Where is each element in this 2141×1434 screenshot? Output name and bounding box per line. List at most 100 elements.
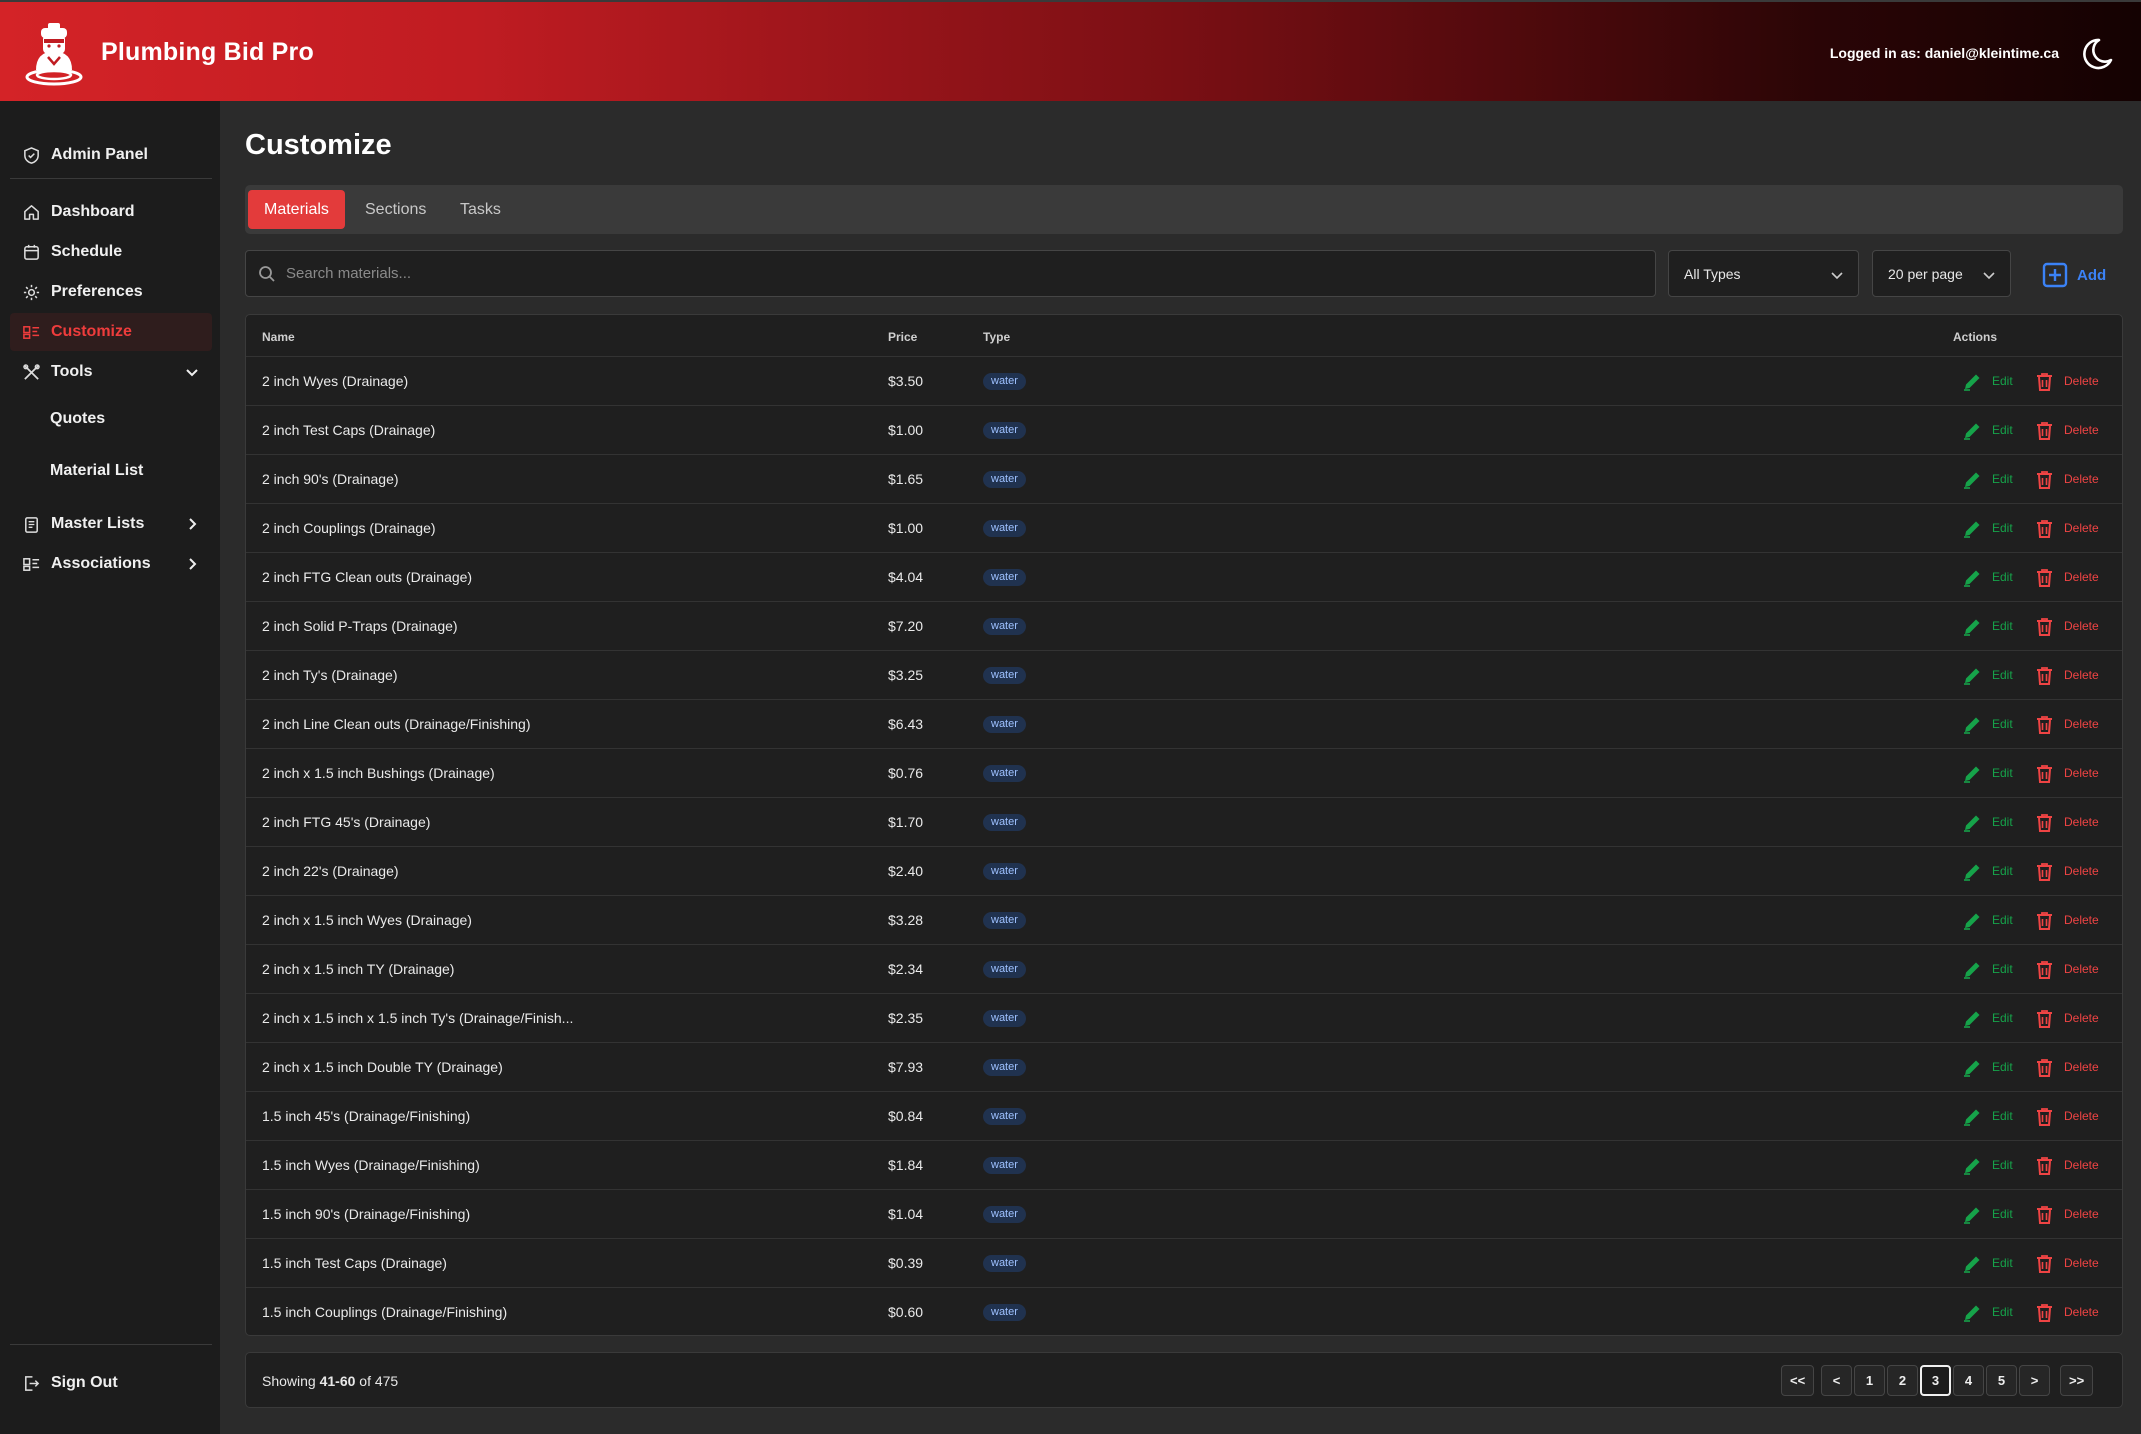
trash-icon <box>2037 1205 2052 1224</box>
delete-button[interactable]: Delete <box>2034 517 2099 539</box>
sidebar-subitem-quotes[interactable]: Quotes <box>50 410 105 428</box>
trash-icon <box>2037 764 2052 783</box>
edit-button[interactable]: Edit <box>1962 1007 2013 1029</box>
tab-materials[interactable]: Materials <box>248 190 345 229</box>
delete-button[interactable]: Delete <box>2034 1301 2099 1323</box>
sidebar-item-admin-panel[interactable]: Admin Panel <box>10 136 212 174</box>
edit-button[interactable]: Edit <box>1962 811 2013 833</box>
chevron-right-icon <box>189 558 197 570</box>
delete-button[interactable]: Delete <box>2034 1252 2099 1274</box>
edit-label: Edit <box>1992 472 2013 486</box>
per-page-select[interactable]: 20 per page <box>1872 250 2011 297</box>
add-material-button[interactable]: Add <box>2042 262 2106 288</box>
delete-button[interactable]: Delete <box>2034 419 2099 441</box>
page-2-button[interactable]: 2 <box>1887 1365 1918 1396</box>
sidebar-item-preferences[interactable]: Preferences <box>10 273 212 311</box>
sign-out-button[interactable]: Sign Out <box>10 1364 212 1402</box>
material-name: 2 inch x 1.5 inch Wyes (Drainage) <box>262 912 472 928</box>
dark-mode-toggle-icon[interactable] <box>2079 36 2115 72</box>
prev-page-button[interactable]: < <box>1821 1365 1852 1396</box>
column-header-type[interactable]: Type <box>983 330 1010 344</box>
edit-label: Edit <box>1992 374 2013 388</box>
edit-button[interactable]: Edit <box>1962 370 2013 392</box>
sidebar-item-schedule[interactable]: Schedule <box>10 233 212 271</box>
edit-button[interactable]: Edit <box>1962 860 2013 882</box>
delete-button[interactable]: Delete <box>2034 664 2099 686</box>
table-row: 2 inch Couplings (Drainage) $1.00 water Edi… <box>246 503 2122 552</box>
delete-button[interactable]: Delete <box>2034 762 2099 784</box>
column-header-name[interactable]: Name <box>262 330 295 344</box>
delete-button[interactable]: Delete <box>2034 811 2099 833</box>
edit-button[interactable]: Edit <box>1962 615 2013 637</box>
type-filter-select[interactable]: All Types <box>1668 250 1859 297</box>
table-row: 2 inch x 1.5 inch Bushings (Drainage) $0.… <box>246 748 2122 797</box>
edit-button[interactable]: Edit <box>1962 909 2013 931</box>
first-page-button[interactable]: << <box>1781 1365 1815 1396</box>
delete-button[interactable]: Delete <box>2034 1203 2099 1225</box>
delete-button[interactable]: Delete <box>2034 1007 2099 1029</box>
search-input[interactable] <box>286 251 1646 296</box>
pencil-icon <box>1964 423 1980 440</box>
sidebar-subitem-material-list[interactable]: Material List <box>50 462 143 480</box>
column-header-price[interactable]: Price <box>888 330 917 344</box>
type-badge: water <box>983 569 1026 586</box>
delete-button[interactable]: Delete <box>2034 566 2099 588</box>
delete-button[interactable]: Delete <box>2034 468 2099 490</box>
edit-button[interactable]: Edit <box>1962 958 2013 980</box>
edit-button[interactable]: Edit <box>1962 566 2013 588</box>
plumber-logo-icon[interactable] <box>22 20 86 86</box>
showing-total: of 475 <box>359 1373 399 1389</box>
delete-button[interactable]: Delete <box>2034 1056 2099 1078</box>
next-page-button[interactable]: > <box>2019 1365 2050 1396</box>
edit-button[interactable]: Edit <box>1962 1301 2013 1323</box>
sidebar-item-tools[interactable]: Tools <box>10 353 212 391</box>
delete-button[interactable]: Delete <box>2034 713 2099 735</box>
sidebar-item-dashboard[interactable]: Dashboard <box>10 193 212 231</box>
edit-button[interactable]: Edit <box>1962 468 2013 490</box>
type-badge: water <box>983 1108 1026 1125</box>
sidebar-item-associations[interactable]: Associations <box>10 545 212 583</box>
tab-bar: Materials Sections Tasks <box>245 185 2123 234</box>
edit-label: Edit <box>1992 521 2013 535</box>
page-4-button[interactable]: 4 <box>1953 1365 1984 1396</box>
list-icon <box>25 516 38 533</box>
chevron-right-icon <box>189 518 197 530</box>
material-price: $2.35 <box>888 1010 924 1026</box>
delete-label: Delete <box>2064 1305 2099 1319</box>
tab-tasks[interactable]: Tasks <box>444 190 517 229</box>
edit-button[interactable]: Edit <box>1962 1203 2013 1225</box>
material-name: 2 inch x 1.5 inch Bushings (Drainage) <box>262 765 495 781</box>
tab-sections[interactable]: Sections <box>349 190 442 229</box>
type-badge: water <box>983 863 1026 880</box>
edit-label: Edit <box>1992 913 2013 927</box>
delete-button[interactable]: Delete <box>2034 370 2099 392</box>
pencil-icon <box>1964 1207 1980 1224</box>
delete-button[interactable]: Delete <box>2034 1105 2099 1127</box>
delete-button[interactable]: Delete <box>2034 909 2099 931</box>
last-page-button[interactable]: >> <box>2060 1365 2094 1396</box>
plus-square-icon <box>2042 262 2068 288</box>
sidebar-item-customize[interactable]: Customize <box>10 313 212 351</box>
sidebar-item-label: Sign Out <box>51 1374 118 1391</box>
type-badge: water <box>983 961 1026 978</box>
edit-button[interactable]: Edit <box>1962 762 2013 784</box>
edit-button[interactable]: Edit <box>1962 1252 2013 1274</box>
edit-button[interactable]: Edit <box>1962 713 2013 735</box>
sidebar-item-master-lists[interactable]: Master Lists <box>10 505 212 543</box>
delete-button[interactable]: Delete <box>2034 958 2099 980</box>
edit-button[interactable]: Edit <box>1962 1154 2013 1176</box>
delete-button[interactable]: Delete <box>2034 615 2099 637</box>
edit-button[interactable]: Edit <box>1962 517 2013 539</box>
material-price: $3.28 <box>888 912 924 928</box>
edit-button[interactable]: Edit <box>1962 1105 2013 1127</box>
material-name: 2 inch FTG 45's (Drainage) <box>262 814 431 830</box>
page-5-button[interactable]: 5 <box>1986 1365 2017 1396</box>
page-3-button[interactable]: 3 <box>1920 1365 1951 1396</box>
edit-button[interactable]: Edit <box>1962 664 2013 686</box>
table-row: 2 inch FTG 45's (Drainage) $1.70 water Edit… <box>246 797 2122 846</box>
delete-button[interactable]: Delete <box>2034 1154 2099 1176</box>
page-1-button[interactable]: 1 <box>1854 1365 1885 1396</box>
edit-button[interactable]: Edit <box>1962 1056 2013 1078</box>
edit-button[interactable]: Edit <box>1962 419 2013 441</box>
delete-button[interactable]: Delete <box>2034 860 2099 882</box>
